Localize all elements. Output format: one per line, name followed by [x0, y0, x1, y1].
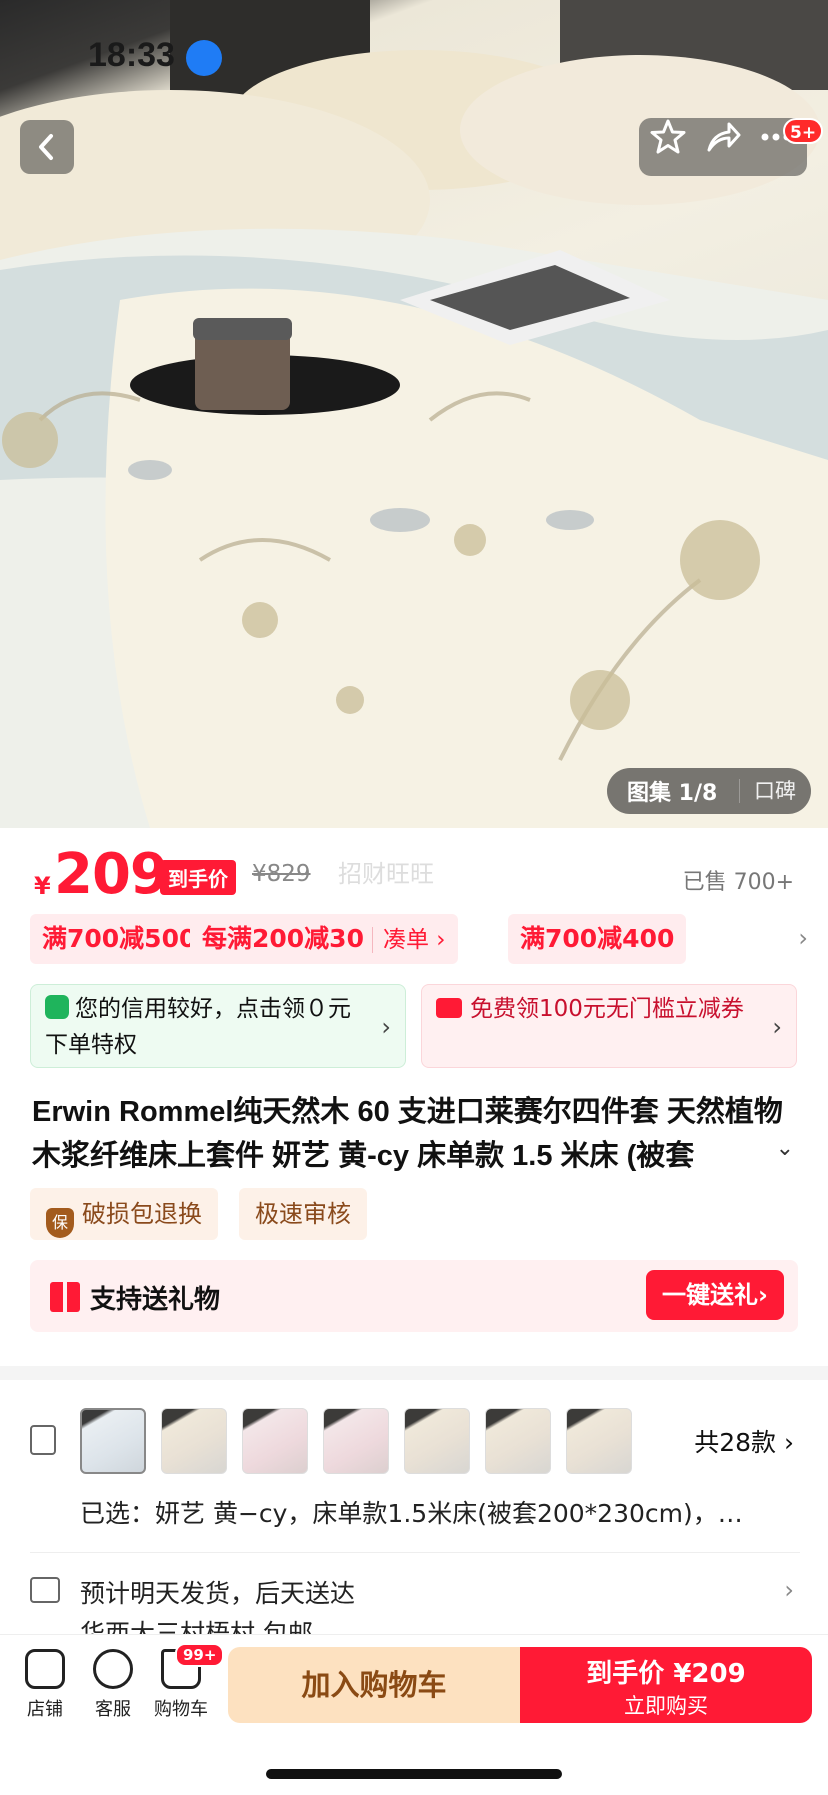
service-tag[interactable]: 极速审核 — [239, 1188, 367, 1240]
watermark-text: 招财旺旺 — [338, 860, 434, 888]
cart-label: 购物车 — [154, 1699, 208, 1720]
credit-offer-text: 您的信用较好，点击领０元下单特权 — [45, 996, 351, 1058]
sku-thumbnail[interactable] — [485, 1408, 551, 1474]
chevron-left-icon — [39, 134, 53, 160]
sku-thumbnail[interactable] — [242, 1408, 308, 1474]
shopping-bag-icon — [45, 995, 69, 1019]
free-coupon-text: 免费领100元无门槛立减券 — [470, 996, 744, 1022]
shield-icon: 保 — [46, 1208, 74, 1238]
gift-banner: 支持送礼物 一键送礼› — [30, 1260, 798, 1332]
star-icon[interactable] — [649, 118, 687, 156]
expand-title-icon[interactable]: ⌄ — [776, 1136, 794, 1161]
sku-thumbnail[interactable] — [161, 1408, 227, 1474]
coupon-label: 每满200减30 — [202, 924, 364, 953]
coupon-bundle-link[interactable]: 凑单 › — [371, 927, 446, 953]
sku-icon — [30, 1425, 56, 1455]
gallery-bar[interactable]: 图集 1/8 口碑 — [607, 768, 811, 814]
reviews-tab[interactable]: 口碑 — [739, 779, 796, 803]
chat-face-icon — [93, 1649, 133, 1689]
cart-badge: 99+ — [175, 1643, 225, 1667]
free-coupon-card[interactable]: 免费领100元无门槛立减券 › — [421, 984, 797, 1068]
coupon-chip[interactable]: 满700减500 — [30, 914, 209, 964]
service-label: 客服 — [95, 1699, 131, 1720]
coupon-chip[interactable]: 每满200减30 凑单 › — [190, 914, 458, 964]
sku-thumbnail[interactable] — [80, 1408, 146, 1474]
product-page: 18:33 5+ 图集 1/8 口碑 ¥ 209 到手价 ¥829 招财旺旺 已… — [0, 0, 828, 1795]
buy-now-button[interactable]: 到手价 ¥209 立即购买 — [520, 1647, 812, 1723]
notification-badge: 5+ — [783, 118, 824, 144]
chevron-right-icon[interactable]: › — [784, 1576, 794, 1604]
product-image-carousel[interactable]: 18:33 5+ 图集 1/8 口碑 — [0, 0, 828, 828]
shipping-estimate[interactable]: 预计明天发货，后天送达 — [80, 1574, 355, 1610]
final-price: 209 — [54, 842, 169, 907]
sold-count: 已售 700+ — [682, 870, 794, 895]
truck-icon — [30, 1577, 60, 1603]
add-to-cart-button[interactable]: 加入购物车 — [228, 1647, 520, 1723]
share-icon[interactable] — [703, 118, 741, 156]
store-label: 店铺 — [27, 1699, 63, 1720]
sku-thumbnail[interactable] — [404, 1408, 470, 1474]
red-packet-icon — [436, 998, 462, 1018]
price-row: ¥ 209 到手价 ¥829 招财旺旺 已售 700+ — [0, 836, 828, 916]
gift-label: 支持送礼物 — [90, 1285, 221, 1315]
gift-icon — [50, 1282, 80, 1312]
store-button[interactable]: 店铺 — [14, 1649, 76, 1721]
chevron-right-icon: › — [381, 1013, 391, 1041]
customer-service-button[interactable]: 客服 — [82, 1649, 144, 1721]
buy-price-label: 到手价 ¥209 — [586, 1659, 746, 1689]
home-indicator — [266, 1769, 562, 1779]
signal-battery-icons — [588, 44, 768, 74]
status-bar: 18:33 — [0, 0, 828, 110]
divider — [30, 1552, 800, 1553]
gallery-counter[interactable]: 图集 1/8 — [607, 775, 739, 807]
service-tag-label: 破损包退换 — [82, 1200, 202, 1228]
product-title: Erwin Rommel纯天然木 60 支进口莱赛尔四件套 天然植物木浆纤维床上… — [32, 1096, 783, 1172]
selected-sku[interactable]: 已选：妍艺 黄−cy，床单款1.5米床(被套200*230cm)，… — [80, 1494, 780, 1530]
back-button[interactable] — [20, 120, 74, 174]
chevron-right-icon[interactable]: › — [798, 924, 808, 952]
chevron-right-icon: › — [772, 1013, 782, 1041]
buy-now-label: 立即购买 — [624, 1694, 708, 1718]
original-price: ¥829 — [252, 861, 311, 887]
location-icon — [186, 40, 222, 76]
coupon-row[interactable]: 满700减500 每满200减30 凑单 › 满700减400 › — [30, 914, 810, 964]
section-divider — [0, 1366, 828, 1380]
sku-thumbnail[interactable] — [566, 1408, 632, 1474]
header-actions — [639, 118, 807, 176]
currency-symbol: ¥ — [34, 872, 51, 900]
coupon-chip[interactable]: 满700减400 — [508, 914, 687, 964]
store-icon — [25, 1649, 65, 1689]
credit-offer-card[interactable]: 您的信用较好，点击领０元下单特权 › — [30, 984, 406, 1068]
sku-thumbnail[interactable] — [323, 1408, 389, 1474]
send-gift-button[interactable]: 一键送礼› — [646, 1270, 784, 1320]
service-tag[interactable]: 保破损包退换 — [30, 1188, 218, 1240]
final-price-tag: 到手价 — [160, 860, 236, 895]
shipping-address: 华西大三村梧村 包邮 — [80, 1619, 313, 1634]
sku-count-link[interactable]: 共28款 › — [694, 1423, 794, 1459]
status-time: 18:33 — [88, 36, 175, 74]
